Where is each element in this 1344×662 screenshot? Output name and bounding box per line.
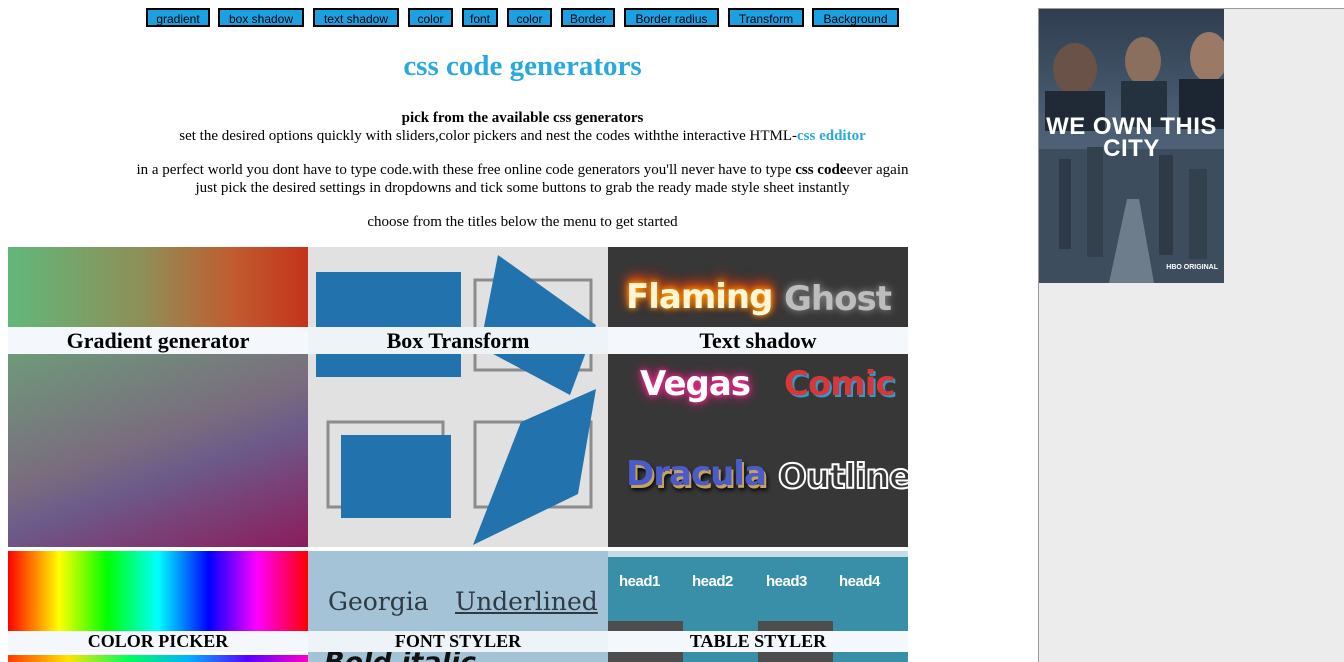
color-spectrum-preview [8,551,308,631]
nav-box-shadow[interactable]: box shadow [218,8,304,27]
nav-background[interactable]: Background [812,8,899,27]
box-transform-preview [308,247,608,547]
nav-border-radius[interactable]: Border radius [624,8,719,27]
tile-caption-color-picker[interactable]: COLOR PICKER [8,631,308,652]
intro-heading: pick from the available css generators [401,110,644,126]
nav-border[interactable]: Border [561,8,615,27]
intro-line-2: set the desired options quickly with sli… [0,127,1045,145]
ad-title: WE OWN THIS CITY [1046,113,1217,162]
ad-badge: HBO ORIGINAL [1166,264,1218,271]
table-head-2: head2 [692,573,733,590]
nav-text-shadow[interactable]: text shadow [313,8,399,27]
tile-font-styler[interactable]: Georgia Underlined Bold italic FONT STYL… [308,551,608,662]
css-editor-link[interactable]: css edditor [797,128,866,144]
sample-georgia: Georgia [328,587,429,616]
sidebar: WE OWN THIS CITY HBO ORIGINAL [1038,8,1344,662]
sample-flaming: Flaming [626,277,773,317]
color-spectrum-strip [8,655,308,662]
table-head-3: head3 [766,573,807,590]
tile-color-picker[interactable]: COLOR PICKER [8,551,308,662]
sample-vegas: Vegas [640,364,751,404]
tile-table-styler[interactable]: head1 head2 head3 head4 TABLE STYLER [608,551,908,662]
tile-caption-font-styler[interactable]: FONT STYLER [308,631,608,652]
tile-caption-box-transform[interactable]: Box Transform [308,327,608,354]
intro-line-3-suffix: ever again [846,162,909,178]
sample-ghost: Ghost [784,279,892,319]
intro-line-5: choose from the titles below the menu to… [367,214,678,230]
gradient-preview-top [8,247,308,327]
tile-caption-table-styler[interactable]: TABLE STYLER [608,631,908,652]
sample-underlined: Underlined [455,587,598,616]
tile-caption-gradient[interactable]: Gradient generator [8,327,308,354]
nav-gradient[interactable]: gradient [146,8,210,27]
ad-poster[interactable]: WE OWN THIS CITY HBO ORIGINAL [1039,9,1224,283]
sample-comic: Comic [784,364,896,404]
nav-font[interactable]: font [462,8,498,27]
tile-box-transform[interactable]: Box Transform [308,247,608,547]
text-shadow-preview: Flaming Ghost Vegas Comic Dracula Outlin… [608,247,908,547]
table-head-4: head4 [839,573,880,590]
nav-color-2[interactable]: color [507,8,552,27]
intro-line-2-text: set the desired options quickly with sli… [179,128,797,144]
gradient-preview-bottom [8,354,308,547]
tile-caption-text-shadow[interactable]: Text shadow [608,327,908,354]
sample-dracula: Dracula [626,454,767,494]
box-transform-shapes [316,255,596,545]
intro-line-3-bold: css code [795,162,847,178]
intro-line-3-text: in a perfect world you dont have to type… [136,162,796,178]
tile-text-shadow[interactable]: Flaming Ghost Vegas Comic Dracula Outlin… [608,247,908,547]
intro-line-3: in a perfect world you dont have to type… [0,161,1045,179]
tile-gradient-generator[interactable]: Gradient generator [8,247,308,547]
intro-line-4: just pick the desired settings in dropdo… [195,180,850,196]
sample-outline: Outline [777,456,908,498]
table-head-1: head1 [619,573,660,590]
nav-color[interactable]: color [408,8,453,27]
table-top-border [608,551,908,557]
top-nav: gradient box shadow text shadow color fo… [0,8,1045,30]
nav-transform[interactable]: Transform [728,8,804,27]
page-title: css code generators [403,50,642,82]
